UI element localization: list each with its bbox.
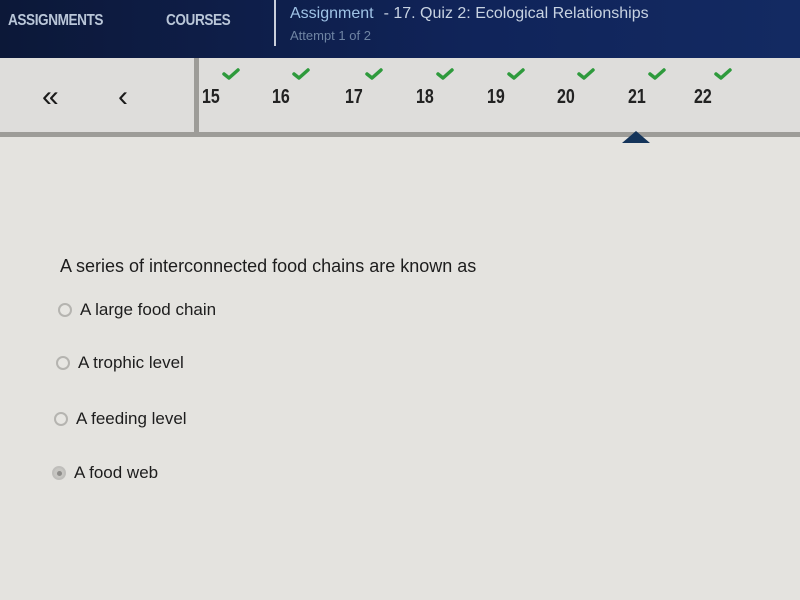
question-number-17[interactable]: 17	[345, 86, 377, 109]
question-number-22[interactable]: 22	[694, 86, 726, 109]
checkmark-icon	[507, 68, 525, 80]
answer-option[interactable]: A food web	[52, 463, 158, 483]
assignment-title-name: - 17. Quiz 2: Ecological Relationships	[383, 5, 649, 22]
first-question-button[interactable]: «	[42, 82, 59, 112]
double-chevron-left-icon: «	[42, 80, 59, 113]
checkmark-icon	[365, 68, 383, 80]
answer-option-label: A feeding level	[76, 409, 187, 428]
checkmark-icon	[714, 68, 732, 80]
question-text: A series of interconnected food chains a…	[60, 256, 477, 276]
answer-option-label: A food web	[74, 463, 159, 482]
nav-assignments-link[interactable]: ASSIGNMENTS	[8, 12, 103, 30]
previous-question-button[interactable]: ‹	[118, 82, 128, 112]
answer-option[interactable]: A trophic level	[56, 353, 184, 373]
answer-option[interactable]: A feeding level	[54, 409, 187, 429]
question-number-20[interactable]: 20	[557, 86, 589, 109]
nav-separator	[194, 58, 199, 132]
radio-button[interactable]	[56, 356, 70, 370]
checkmark-icon	[292, 68, 310, 80]
question-number-21[interactable]: 21	[628, 86, 660, 109]
checkmark-icon	[222, 68, 240, 80]
checkmark-icon	[648, 68, 666, 80]
attempt-count: Attempt 1 of 2	[290, 28, 371, 43]
current-question-indicator	[622, 131, 650, 143]
question-navigation-bar: « ‹ 15 16 17 18 19 20 21 22	[0, 58, 800, 137]
radio-button[interactable]	[58, 303, 72, 317]
radio-button[interactable]	[54, 412, 68, 426]
checkmark-icon	[577, 68, 595, 80]
question-number-16[interactable]: 16	[272, 86, 304, 109]
question-number-19[interactable]: 19	[487, 86, 519, 109]
top-bar: ASSIGNMENTS COURSES Assignment - 17. Quiz…	[0, 0, 800, 58]
assignment-title-prefix: Assignment	[290, 5, 374, 22]
chevron-left-icon: ‹	[118, 80, 128, 113]
answer-option-label: A large food chain	[80, 300, 217, 319]
nav-courses-link[interactable]: COURSES	[166, 12, 231, 30]
radio-button[interactable]	[52, 466, 66, 480]
header-divider	[274, 0, 276, 46]
question-number-15[interactable]: 15	[202, 86, 234, 109]
assignment-title: Assignment - 17. Quiz 2: Ecological Relat…	[290, 5, 649, 23]
answer-option-label: A trophic level	[78, 353, 184, 372]
question-number-18[interactable]: 18	[416, 86, 448, 109]
checkmark-icon	[436, 68, 454, 80]
answer-option[interactable]: A large food chain	[58, 300, 216, 320]
